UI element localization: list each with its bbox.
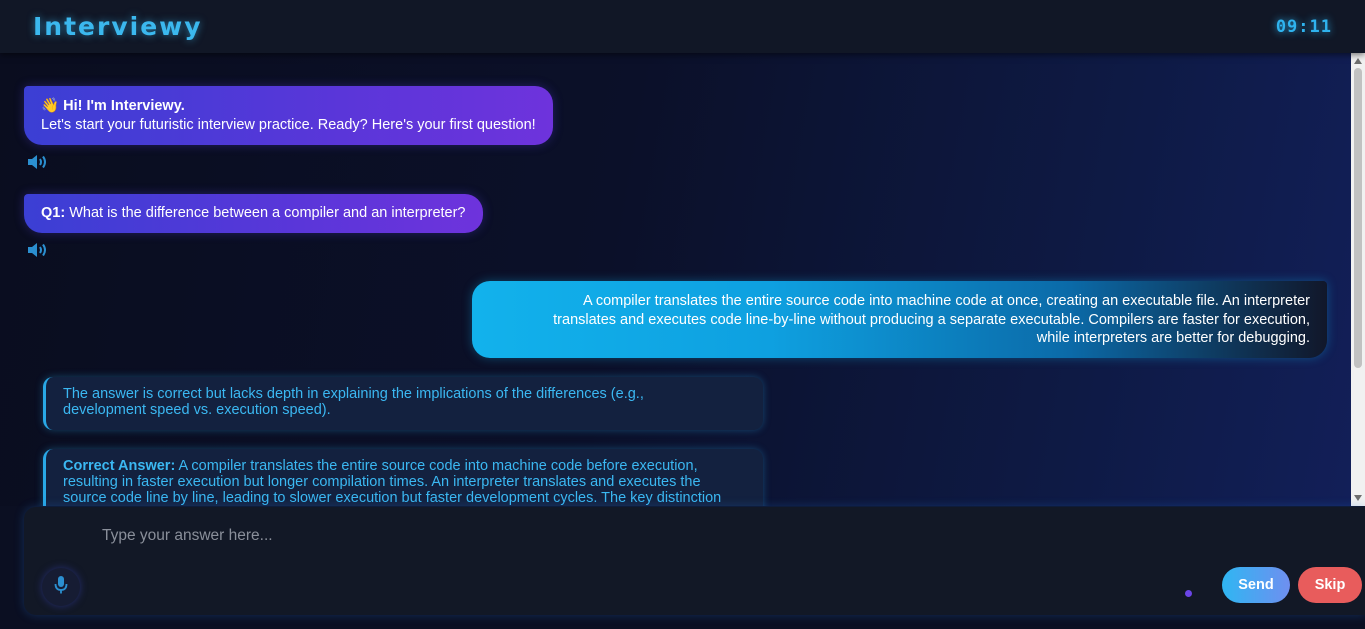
send-button[interactable]: Send [1222, 567, 1290, 603]
answer-input[interactable] [102, 525, 1162, 547]
wave-emoji: 👋 [41, 98, 60, 114]
chat-scrollbar[interactable] [1351, 53, 1365, 506]
question-text: What is the difference between a compile… [69, 205, 466, 221]
answer-input-panel: Send Skip [24, 507, 1365, 615]
user-answer-message: A compiler translates the entire source … [472, 281, 1327, 358]
speaker-icon[interactable] [26, 153, 48, 171]
feedback-line: development speed vs. execution speed). [63, 402, 331, 418]
scroll-thumb[interactable] [1354, 68, 1362, 368]
correct-answer-card: Correct Answer: A compiler translates th… [43, 449, 763, 506]
scroll-up-arrow-icon[interactable] [1354, 58, 1362, 64]
correct-answer-label: Correct Answer: [63, 458, 176, 474]
question-label: Q1: [41, 205, 66, 221]
chat-area[interactable]: 👋 Hi! I'm Interviewy. Let's start your f… [0, 53, 1351, 506]
correct-answer-line: resulting in faster execution but longer… [63, 474, 701, 490]
speaker-icon[interactable] [26, 241, 48, 259]
question-message: Q1: What is the difference between a com… [24, 194, 483, 233]
answer-line: while interpreters are better for debugg… [1036, 330, 1310, 346]
greeting-title: Hi! I'm Interviewy. [63, 98, 185, 114]
microphone-icon [54, 575, 68, 600]
answer-line: A compiler translates the entire source … [582, 293, 1310, 309]
app-title: Interviewy [33, 12, 203, 41]
greeting-text: Let's start your futuristic interview pr… [41, 117, 536, 133]
status-dot [1185, 590, 1192, 597]
microphone-button[interactable] [42, 568, 80, 606]
correct-answer-line: source code line by line, leading to slo… [63, 490, 722, 506]
top-bar: Interviewy 09:11 [0, 0, 1365, 53]
greeting-message: 👋 Hi! I'm Interviewy. Let's start your f… [24, 86, 553, 145]
feedback-line: The answer is correct but lacks depth in… [63, 386, 644, 402]
correct-answer-line: A compiler translates the entire source … [178, 458, 698, 474]
answer-line: translates and executes code line-by-lin… [553, 311, 1310, 328]
feedback-card: The answer is correct but lacks depth in… [43, 377, 763, 430]
interview-timer: 09:11 [1275, 17, 1332, 37]
skip-button[interactable]: Skip [1298, 567, 1362, 603]
scroll-down-arrow-icon[interactable] [1354, 495, 1362, 501]
